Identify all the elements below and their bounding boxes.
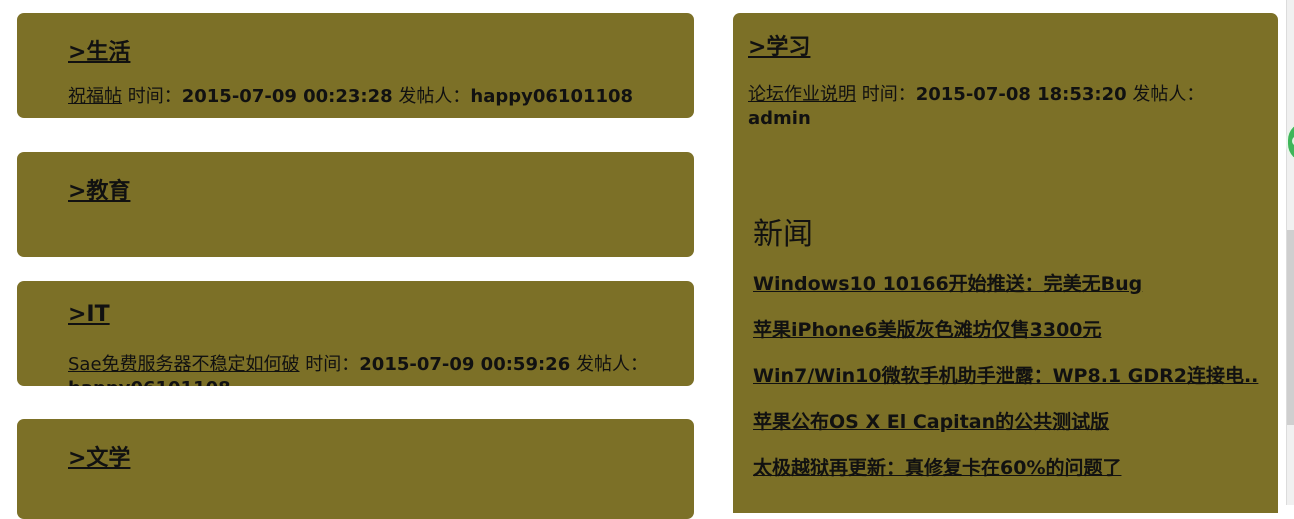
post-entry: Sae免费服务器不稳定如何破 时间：2015-07-09 00:59:26 发帖… xyxy=(68,353,674,386)
post-time-label: 时间： xyxy=(856,84,916,105)
post-time: 2015-07-08 18:53:20 xyxy=(915,84,1127,105)
post-time-label: 时间： xyxy=(299,354,360,375)
news-link[interactable]: Win7/Win10微软手机助手泄露：WP8.1 GDR2连接电.. xyxy=(753,365,1258,387)
news-item: 太极越狱再更新：真修复卡在60%的问题了 xyxy=(753,455,1266,481)
post-link[interactable]: 祝福帖 xyxy=(68,86,122,107)
post-time-label: 时间： xyxy=(122,86,182,107)
post-author: happy06101108 xyxy=(470,86,634,107)
news-link[interactable]: 太极越狱再更新：真修复卡在60%的问题了 xyxy=(753,457,1121,479)
post-entry: 祝福帖 时间：2015-07-09 00:23:28 发帖人：happy0610… xyxy=(68,85,674,109)
category-panel-life: >生活 祝福帖 时间：2015-07-09 00:23:28 发帖人：happy… xyxy=(17,13,694,118)
category-panel-it: >IT Sae免费服务器不稳定如何破 时间：2015-07-09 00:59:2… xyxy=(17,281,694,386)
news-item: 苹果iPhone6美版灰色滩坊仅售3300元 xyxy=(753,317,1266,343)
post-author-label: 发帖人： xyxy=(392,86,471,107)
post-author-label: 发帖人： xyxy=(1126,84,1205,105)
news-link[interactable]: Windows10 10166开始推送：完美无Bug xyxy=(753,273,1142,295)
category-panel-study: >学习 论坛作业说明 时间：2015-07-08 18:53:20 发帖人： ad… xyxy=(733,13,1278,513)
category-link-life[interactable]: >生活 xyxy=(68,34,130,66)
category-link-education[interactable]: >教育 xyxy=(68,173,130,205)
post-link[interactable]: Sae免费服务器不稳定如何破 xyxy=(68,354,300,375)
category-panel-education: >教育 xyxy=(17,152,694,257)
category-link-literature[interactable]: >文学 xyxy=(68,440,130,472)
category-link-it[interactable]: >IT xyxy=(68,302,110,327)
category-panel-literature: >文学 xyxy=(17,419,694,519)
post-author: admin xyxy=(748,108,811,129)
scrollbar-thumb[interactable] xyxy=(1287,230,1294,425)
post-time: 2015-07-09 00:23:28 xyxy=(181,86,393,107)
category-link-study[interactable]: >学习 xyxy=(748,29,810,61)
post-link[interactable]: 论坛作业说明 xyxy=(748,84,856,105)
news-link[interactable]: 苹果公布OS X El Capitan的公共测试版 xyxy=(753,411,1109,433)
news-item: Windows10 10166开始推送：完美无Bug xyxy=(753,271,1266,297)
post-author-label: 发帖人： xyxy=(570,354,648,375)
news-item: 苹果公布OS X El Capitan的公共测试版 xyxy=(753,409,1266,435)
post-author: happy06101108 xyxy=(68,378,231,386)
news-heading: 新闻 xyxy=(753,217,813,252)
post-entry: 论坛作业说明 时间：2015-07-08 18:53:20 发帖人： admin xyxy=(748,83,1260,131)
news-list: Windows10 10166开始推送：完美无Bug 苹果iPhone6美版灰色… xyxy=(753,271,1266,501)
post-time: 2015-07-09 00:59:26 xyxy=(359,354,571,375)
news-item: Win7/Win10微软手机助手泄露：WP8.1 GDR2连接电.. xyxy=(753,363,1266,389)
news-link[interactable]: 苹果iPhone6美版灰色滩坊仅售3300元 xyxy=(753,319,1102,341)
